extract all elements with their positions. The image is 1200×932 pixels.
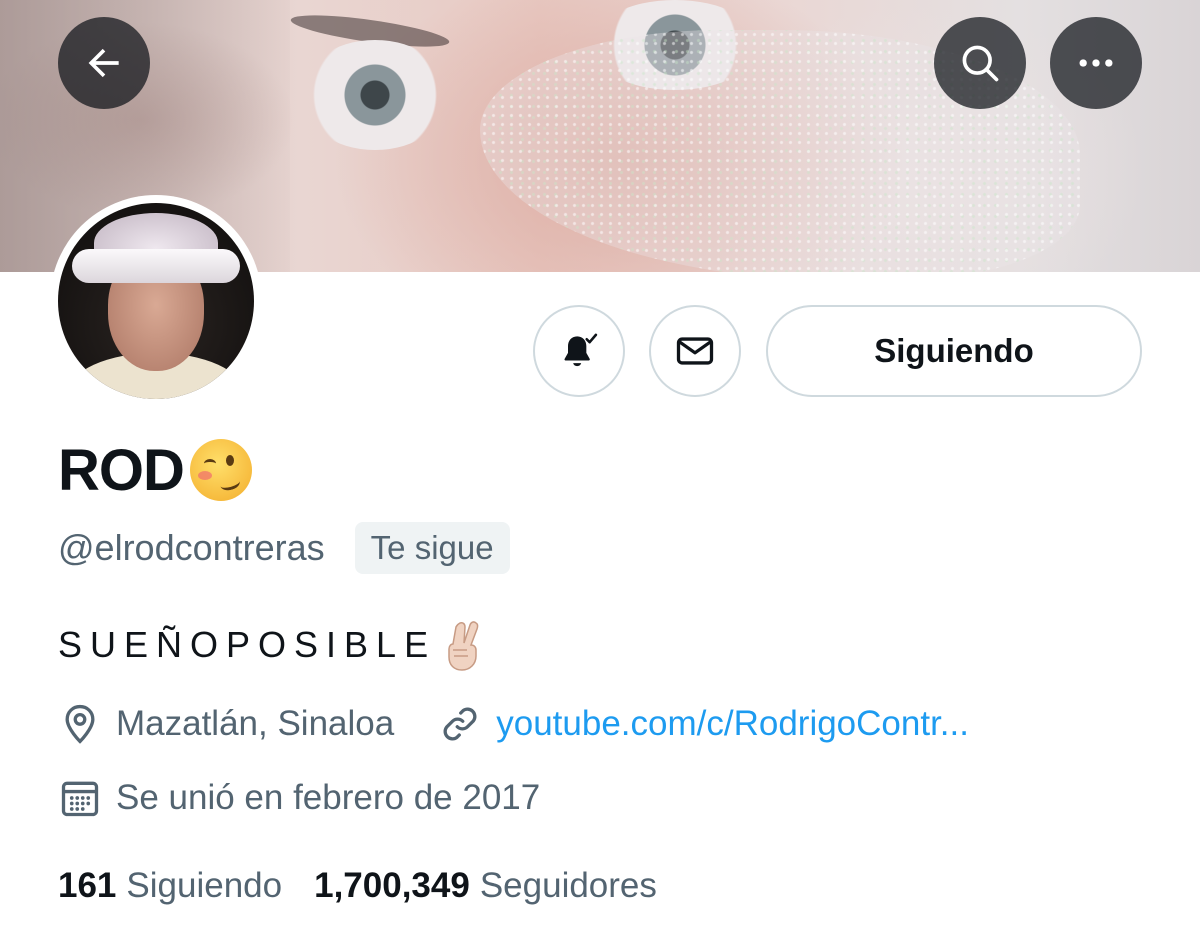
more-horizontal-icon	[1079, 59, 1113, 67]
location-website-row: Mazatlán, Sinaloa youtube.com/c/RodrigoC…	[58, 696, 969, 752]
link-icon	[443, 707, 477, 741]
followers-count: 1,700,349	[314, 866, 470, 905]
bio-text: SUEÑOPOSIBLE	[58, 624, 437, 665]
stats-row: 161 Siguiendo 1,700,349 Seguidores	[58, 858, 657, 914]
follows-you-badge: Te sigue	[354, 522, 510, 574]
bell-check-icon	[564, 333, 598, 367]
calendar-icon	[61, 781, 99, 817]
more-button[interactable]	[1050, 17, 1142, 109]
message-button[interactable]	[649, 305, 741, 397]
avatar[interactable]	[50, 195, 262, 407]
arrow-left-icon	[88, 48, 119, 78]
following-label: Siguiendo	[126, 866, 283, 905]
back-button[interactable]	[58, 17, 150, 109]
profile-page: Siguiendo ROD @elrodcontreras Te sigue S…	[0, 0, 1200, 932]
followers-label: Seguidores	[479, 866, 657, 905]
location-text: Mazatlán, Sinaloa	[116, 704, 395, 743]
following-stat[interactable]: 161 Siguiendo	[58, 866, 282, 906]
joined-date: Se unió en febrero de 2017	[116, 778, 541, 817]
following-button[interactable]: Siguiendo	[766, 305, 1142, 397]
woozy-face-emoji-icon	[189, 439, 252, 501]
display-name: ROD	[58, 437, 185, 503]
search-button[interactable]	[934, 17, 1026, 109]
joined-row: Se unió en febrero de 2017	[58, 770, 540, 826]
website-link[interactable]: youtube.com/c/RodrigoContr...	[496, 704, 969, 744]
handle-row: @elrodcontreras Te sigue	[58, 520, 510, 576]
followers-stat[interactable]: 1,700,349 Seguidores	[314, 866, 657, 906]
username-handle: @elrodcontreras	[58, 527, 325, 568]
search-icon	[962, 45, 999, 82]
display-name-row: ROD	[58, 435, 252, 505]
following-count: 161	[58, 866, 117, 905]
location-pin-icon	[65, 704, 95, 744]
bio-row: SUEÑOPOSIBLE	[58, 615, 490, 675]
crossed-fingers-emoji-icon	[448, 621, 479, 671]
notifications-button[interactable]	[533, 305, 625, 397]
envelope-icon	[676, 337, 714, 365]
